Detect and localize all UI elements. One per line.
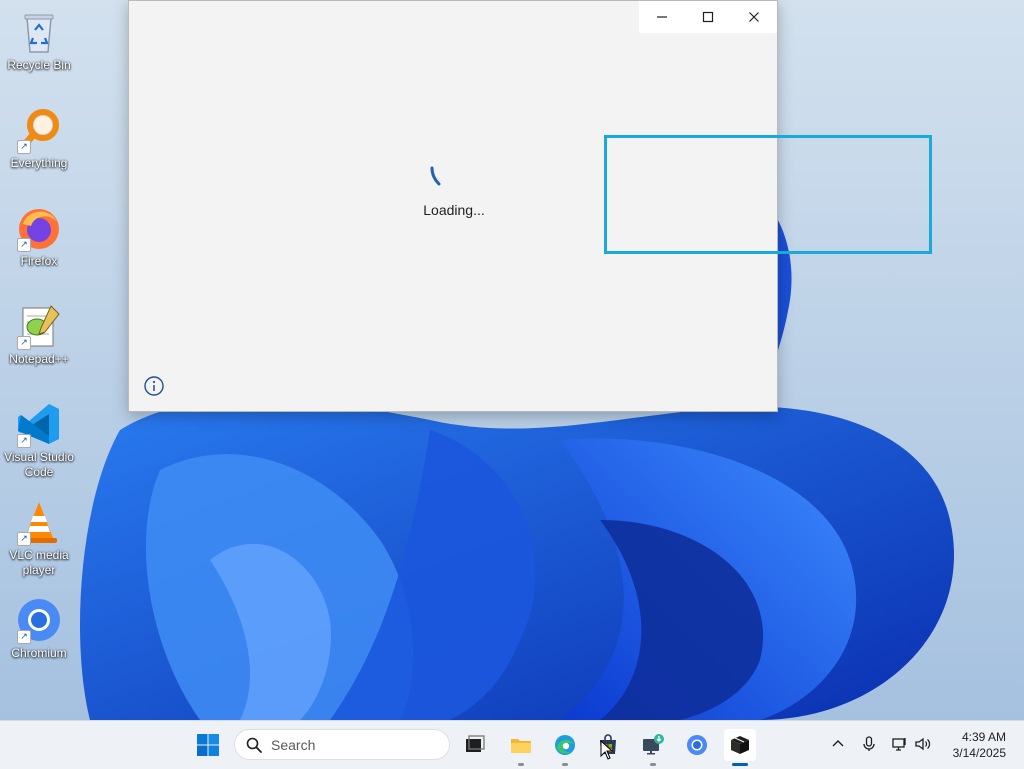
taskbar-app-installer[interactable]	[637, 729, 669, 766]
network-icon	[892, 738, 906, 751]
running-indicator	[650, 763, 656, 766]
app-installer-icon	[643, 734, 664, 755]
desktop-icon-everything[interactable]: ↗ Everything	[0, 106, 78, 171]
minimize-button[interactable]	[639, 1, 685, 33]
desktop-icon-label: Everything	[10, 156, 68, 170]
maximize-button[interactable]	[685, 1, 731, 33]
vlc-icon: ↗	[15, 498, 63, 546]
clock-time: 4:39 AM	[961, 730, 1006, 744]
desktop-icon-firefox[interactable]: ↗ Firefox	[0, 204, 78, 269]
maximize-icon	[702, 11, 714, 23]
folder-icon	[511, 739, 531, 753]
chromium-icon: ↗	[15, 596, 63, 644]
desktop-icon-label: Chromium	[11, 646, 67, 660]
mouse-pointer-icon	[600, 739, 614, 760]
loading-spinner-icon	[427, 165, 447, 189]
volume-tray[interactable]	[914, 735, 934, 755]
desktop-icon-notepadpp[interactable]: ↗ Notepad++	[0, 302, 78, 367]
recycle-bin-icon	[15, 8, 63, 56]
vscode-icon: ↗	[15, 400, 63, 448]
desktop-icon-vlc[interactable]: ↗ VLC media player	[0, 498, 78, 578]
microphone-icon	[863, 736, 875, 751]
desktop-icon-label: Firefox	[20, 254, 58, 268]
chromium-icon	[687, 735, 707, 755]
info-icon[interactable]	[143, 375, 165, 397]
taskbar: Search 4:39 AM 3/14/2025	[0, 720, 1024, 769]
desktop-icon-label: Recycle Bin	[7, 58, 71, 72]
search-placeholder: Search	[271, 736, 316, 753]
everything-search-icon: ↗	[15, 106, 63, 154]
speaker-icon	[915, 737, 931, 751]
firefox-icon: ↗	[15, 204, 63, 252]
taskbar-file-explorer[interactable]	[505, 729, 537, 766]
close-button[interactable]	[731, 1, 777, 33]
shortcut-arrow-icon: ↗	[17, 434, 31, 448]
taskbar-search-box[interactable]: Search	[234, 729, 450, 760]
close-icon	[749, 12, 759, 22]
taskbar-edge[interactable]	[549, 729, 581, 766]
desktop-icon-label: Visual Studio Code	[4, 450, 74, 479]
shortcut-arrow-icon: ↗	[17, 630, 31, 644]
shortcut-arrow-icon: ↗	[17, 238, 31, 252]
desktop-icon-label: Notepad++	[9, 352, 69, 366]
task-view-icon	[466, 735, 485, 752]
desktop-icon-vscode[interactable]: ↗ Visual Studio Code	[0, 400, 78, 480]
clock-date: 3/14/2025	[952, 746, 1006, 760]
taskbar-clock[interactable]: 4:39 AM 3/14/2025	[953, 729, 1006, 761]
desktop-icon-label: VLC media player	[9, 548, 69, 577]
shortcut-arrow-icon: ↗	[17, 336, 31, 350]
desktop-icon-recycle-bin[interactable]: Recycle Bin	[0, 8, 78, 73]
network-tray[interactable]	[891, 735, 911, 755]
desktop-icon-chromium[interactable]: ↗ Chromium	[0, 596, 78, 661]
show-hidden-icons-button[interactable]	[829, 735, 849, 755]
shortcut-arrow-icon: ↗	[17, 140, 31, 154]
running-indicator	[518, 763, 524, 766]
task-view-button[interactable]	[459, 729, 491, 761]
taskbar-package-app[interactable]	[724, 729, 756, 766]
edge-icon	[555, 735, 575, 755]
search-icon	[246, 737, 262, 753]
chevron-up-icon	[832, 740, 844, 747]
windows-logo-icon	[197, 734, 219, 756]
running-indicator	[562, 763, 568, 766]
shortcut-arrow-icon: ↗	[17, 532, 31, 546]
active-indicator	[732, 763, 748, 766]
start-button[interactable]	[192, 729, 224, 761]
minimize-icon	[657, 16, 667, 18]
taskbar-chromium[interactable]	[681, 729, 713, 761]
package-icon	[731, 736, 749, 754]
window-caption-buttons	[639, 1, 777, 33]
desktop-icon-area: Recycle Bin ↗ Everything ↗ Firefox ↗ Not…	[0, 0, 80, 720]
notepadpp-icon: ↗	[15, 302, 63, 350]
microphone-tray[interactable]	[860, 735, 880, 755]
highlight-rectangle	[604, 135, 932, 254]
